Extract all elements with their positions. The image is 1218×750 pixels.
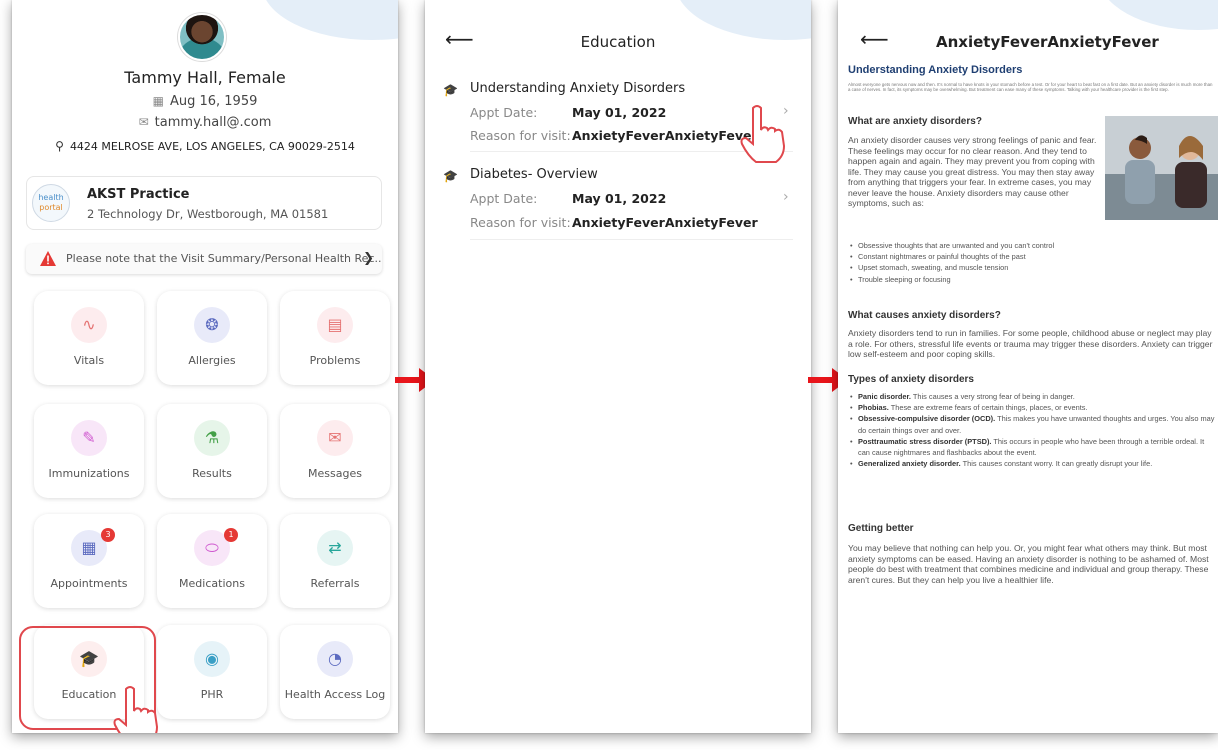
back-arrow-icon[interactable]: ⟵ — [860, 27, 889, 51]
list-item: Phobias. These are extreme fears of cert… — [848, 402, 1216, 413]
list-item: Obsessive-compulsive disorder (OCD). Thi… — [848, 413, 1216, 435]
article-intro: Almost everyone gets nervous now and the… — [848, 82, 1213, 93]
notice-text: Please note that the Visit Summary/Perso… — [66, 252, 382, 265]
patient-email: tammy.hall@.com — [154, 115, 272, 130]
reason-label: Reason for visit: — [470, 215, 571, 230]
envelope-icon: ✉ — [138, 115, 149, 129]
list-item: Generalized anxiety disorder. This cause… — [848, 458, 1216, 469]
syringe-icon: ✎ — [71, 420, 107, 456]
tile-label: Problems — [309, 354, 361, 367]
clipboard-icon: ▤ — [317, 307, 353, 343]
tile-referrals[interactable]: ⇄ Referrals — [280, 514, 390, 608]
section-getting-better-text: You may believe that nothing can help yo… — [848, 543, 1209, 585]
pointing-hand-icon — [740, 105, 786, 163]
article-heading: Understanding Anxiety Disorders — [848, 64, 1023, 76]
graduation-cap-icon: 🎓 — [443, 169, 458, 183]
tile-label: Referrals — [310, 577, 360, 590]
list-item: Trouble sleeping or focusing — [848, 274, 1216, 285]
reason-value: AnxietyFeverAnxietyFever — [572, 128, 758, 143]
tile-label: Messages — [308, 467, 362, 480]
graduation-cap-icon: 🎓 — [443, 83, 458, 97]
tile-label: Allergies — [188, 354, 236, 367]
section-causes-text: Anxiety disorders tend to run in familie… — [848, 328, 1213, 359]
reason-value: AnxietyFeverAnxietyFever — [572, 215, 758, 230]
location-pin-icon: ⚲ — [55, 139, 64, 153]
notification-badge: 1 — [224, 528, 238, 542]
avatar[interactable] — [178, 13, 226, 61]
list-item: Panic disorder. This causes a very stron… — [848, 391, 1216, 402]
appt-date-label: Appt Date: — [470, 191, 538, 206]
divider — [470, 239, 793, 240]
appt-date-value: May 01, 2022 — [572, 105, 667, 120]
tile-immunizations[interactable]: ✎ Immunizations — [34, 404, 144, 498]
practice-name: AKST Practice — [87, 187, 190, 202]
section-causes: What causes anxiety disorders? — [848, 310, 1001, 321]
section-what-are: What are anxiety disorders? — [848, 116, 982, 127]
access-log-icon: ◔ — [317, 641, 353, 677]
background-blob — [1098, 0, 1218, 30]
reason-label: Reason for visit: — [470, 128, 571, 143]
tile-problems[interactable]: ▤ Problems — [280, 291, 390, 385]
tile-label: Results — [192, 467, 232, 480]
patient-dob: Aug 16, 1959 — [169, 94, 258, 109]
flask-icon: ⚗ — [194, 420, 230, 456]
notice-banner[interactable]: Please note that the Visit Summary/Perso… — [26, 244, 382, 274]
heartbeat-icon: ∿ — [71, 307, 107, 343]
tile-results[interactable]: ⚗ Results — [157, 404, 267, 498]
tile-messages[interactable]: ✉ Messages — [280, 404, 390, 498]
list-item: Upset stomach, sweating, and muscle tens… — [848, 262, 1216, 273]
list-item[interactable]: 🎓 Diabetes- Overview Appt Date: May 01, … — [443, 167, 793, 240]
pointing-hand-icon — [113, 686, 159, 733]
patient-name: Tammy Hall, Female — [124, 68, 286, 87]
symptom-list: Obsessive thoughts that are unwanted and… — [848, 240, 1216, 285]
dashboard-screen: Tammy Hall, Female ▦ Aug 16, 1959 ✉ tammy.… — [12, 0, 398, 733]
patient-address: 4424 MELROSE AVE, LOS ANGELES, CA 90029-… — [69, 140, 355, 153]
tile-health-access-log[interactable]: ◔ Health Access Log — [280, 625, 390, 719]
tile-allergies[interactable]: ❂ Allergies — [157, 291, 267, 385]
tile-phr[interactable]: ◉ PHR — [157, 625, 267, 719]
chevron-down-icon[interactable]: ❯ — [363, 244, 374, 274]
tile-label: PHR — [200, 688, 224, 701]
article-photo — [1105, 116, 1218, 220]
practice-address: 2 Technology Dr, Westborough, MA 01581 — [87, 207, 329, 221]
tile-label: Vitals — [73, 354, 105, 367]
list-item: Constant nightmares or painful thoughts … — [848, 251, 1216, 262]
warning-icon — [40, 251, 56, 266]
list-item: Obsessive thoughts that are unwanted and… — [848, 240, 1216, 251]
patient-dob-row: ▦ Aug 16, 1959 — [12, 94, 398, 109]
education-title: Diabetes- Overview — [470, 167, 598, 182]
section-getting-better: Getting better — [848, 523, 914, 534]
chevron-right-icon[interactable]: › — [783, 189, 789, 205]
patient-email-row: ✉ tammy.hall@.com — [12, 115, 398, 130]
tile-label: Immunizations — [48, 467, 130, 480]
page-title: Education — [580, 33, 656, 51]
envelope-icon: ✉ — [317, 420, 353, 456]
section-what-are-text: An anxiety disorder causes very strong f… — [848, 135, 1097, 208]
education-title: Understanding Anxiety Disorders — [470, 81, 686, 96]
appt-date-label: Appt Date: — [470, 105, 538, 120]
tile-vitals[interactable]: ∿ Vitals — [34, 291, 144, 385]
tile-appointments[interactable]: ▦ 3 Appointments — [34, 514, 144, 608]
section-types: Types of anxiety disorders — [848, 374, 974, 385]
background-blob — [262, 0, 398, 40]
tile-label: Health Access Log — [284, 688, 386, 701]
allergy-icon: ❂ — [194, 307, 230, 343]
education-screen: ⟵ Education 🎓 Understanding Anxiety Diso… — [425, 0, 811, 733]
practice-card[interactable]: health portal AKST Practice 2 Technology … — [26, 176, 382, 230]
tile-label: Medications — [179, 577, 245, 590]
list-item: Posttraumatic stress disorder (PTSD). Th… — [848, 436, 1216, 458]
notification-badge: 3 — [101, 528, 115, 542]
types-list: Panic disorder. This causes a very stron… — [848, 391, 1216, 470]
referral-icon: ⇄ — [317, 530, 353, 566]
tile-medications[interactable]: ⬭ 1 Medications — [157, 514, 267, 608]
page-title: AnxietyFeverAnxietyFever — [936, 33, 1159, 51]
phr-icon: ◉ — [194, 641, 230, 677]
appt-date-value: May 01, 2022 — [572, 191, 667, 206]
tile-label: Appointments — [50, 577, 128, 590]
calendar-icon: ▦ — [152, 94, 164, 108]
patient-address-row: ⚲ 4424 MELROSE AVE, LOS ANGELES, CA 90029… — [12, 139, 398, 153]
article-screen: ⟵ AnxietyFeverAnxietyFever Understanding… — [838, 0, 1218, 733]
health-portal-logo: health portal — [32, 184, 70, 222]
